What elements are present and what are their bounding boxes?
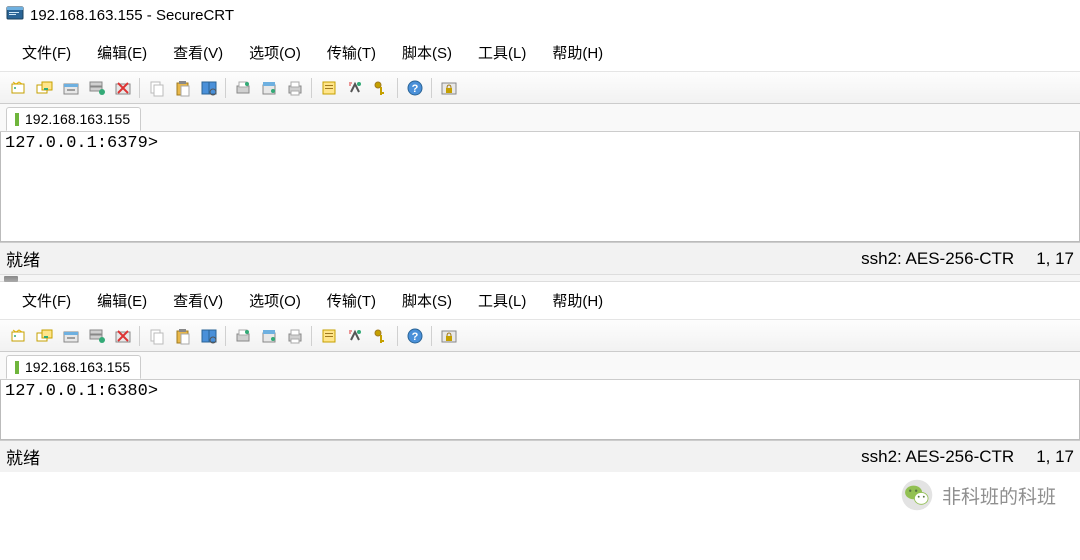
- pane-2: 文件(F) 编辑(E) 查看(V) 选项(O) 传输(T) 脚本(S) 工具(L…: [0, 282, 1080, 472]
- terminal-prompt: 127.0.0.1:6380>: [5, 382, 158, 401]
- menu-file[interactable]: 文件(F): [10, 38, 83, 67]
- toolbar-separator: [431, 326, 432, 346]
- wechat-watermark: 非科班的科班: [900, 478, 1056, 512]
- menu-options[interactable]: 选项(O): [237, 286, 313, 315]
- settings-icon[interactable]: [342, 75, 367, 100]
- toolbar-separator: [311, 78, 312, 98]
- menu-bar: 文件(F) 编辑(E) 查看(V) 选项(O) 传输(T) 脚本(S) 工具(L…: [0, 34, 1080, 72]
- quick-connect-icon[interactable]: [6, 75, 31, 100]
- disconnect-icon[interactable]: [110, 323, 135, 348]
- find-icon[interactable]: [196, 75, 221, 100]
- session-tab[interactable]: 192.168.163.155: [6, 107, 141, 131]
- copy-icon[interactable]: [144, 323, 169, 348]
- tab-active-marker: [15, 361, 19, 374]
- save-icon[interactable]: [256, 323, 281, 348]
- menu-view[interactable]: 查看(V): [161, 38, 235, 67]
- menu-script[interactable]: 脚本(S): [390, 38, 464, 67]
- connect-sessions-icon[interactable]: [32, 75, 57, 100]
- quick-connect-icon[interactable]: [6, 323, 31, 348]
- app-icon: [6, 4, 24, 26]
- session-tab[interactable]: 192.168.163.155: [6, 355, 141, 379]
- status-cipher: ssh2: AES-256-CTR: [861, 249, 1014, 269]
- tab-bar: 192.168.163.155: [0, 352, 1080, 380]
- print-setup-icon[interactable]: [230, 75, 255, 100]
- copy-icon[interactable]: [144, 75, 169, 100]
- reconnect-icon[interactable]: [58, 323, 83, 348]
- find-icon[interactable]: [196, 323, 221, 348]
- menu-edit[interactable]: 编辑(E): [85, 38, 159, 67]
- tab-label: 192.168.163.155: [25, 111, 130, 127]
- toolbar: ?: [0, 72, 1080, 104]
- menu-tools[interactable]: 工具(L): [466, 286, 538, 315]
- window-title: 192.168.163.155 - SecureCRT: [30, 7, 234, 24]
- properties-icon[interactable]: [316, 75, 341, 100]
- toolbar-separator: [311, 326, 312, 346]
- toolbar: ?: [0, 320, 1080, 352]
- status-cursor-pos: 1, 17: [1036, 249, 1074, 269]
- status-bar-1: 就绪 ssh2: AES-256-CTR 1, 17: [0, 242, 1080, 274]
- paste-icon[interactable]: [170, 75, 195, 100]
- keys-icon[interactable]: [368, 323, 393, 348]
- pane-1: 文件(F) 编辑(E) 查看(V) 选项(O) 传输(T) 脚本(S) 工具(L…: [0, 34, 1080, 274]
- status-cursor-pos: 1, 17: [1036, 447, 1074, 467]
- menu-file[interactable]: 文件(F): [10, 286, 83, 315]
- menu-bar: 文件(F) 编辑(E) 查看(V) 选项(O) 传输(T) 脚本(S) 工具(L…: [0, 282, 1080, 320]
- help-icon[interactable]: ?: [402, 75, 427, 100]
- pane-separator[interactable]: [0, 274, 1080, 282]
- menu-options[interactable]: 选项(O): [237, 38, 313, 67]
- menu-transfer[interactable]: 传输(T): [315, 38, 388, 67]
- toolbar-separator: [431, 78, 432, 98]
- terminal-pane-2[interactable]: 127.0.0.1:6380>: [0, 380, 1080, 440]
- print-icon[interactable]: [282, 323, 307, 348]
- sessions-list-icon[interactable]: [84, 323, 109, 348]
- connect-sessions-icon[interactable]: [32, 323, 57, 348]
- status-bar-2: 就绪 ssh2: AES-256-CTR 1, 17: [0, 440, 1080, 472]
- lock-icon[interactable]: [436, 75, 461, 100]
- terminal-prompt: 127.0.0.1:6379>: [5, 134, 158, 153]
- menu-edit[interactable]: 编辑(E): [85, 286, 159, 315]
- terminal-pane-1[interactable]: 127.0.0.1:6379>: [0, 132, 1080, 242]
- toolbar-separator: [139, 326, 140, 346]
- disconnect-icon[interactable]: [110, 75, 135, 100]
- status-cipher: ssh2: AES-256-CTR: [861, 447, 1014, 467]
- menu-tools[interactable]: 工具(L): [466, 38, 538, 67]
- toolbar-separator: [225, 78, 226, 98]
- menu-help[interactable]: 帮助(H): [540, 38, 615, 67]
- settings-icon[interactable]: [342, 323, 367, 348]
- reconnect-icon[interactable]: [58, 75, 83, 100]
- window-title-bar: 192.168.163.155 - SecureCRT: [0, 0, 1080, 34]
- tab-label: 192.168.163.155: [25, 359, 130, 375]
- sessions-list-icon[interactable]: [84, 75, 109, 100]
- toolbar-separator: [397, 326, 398, 346]
- tab-active-marker: [15, 113, 19, 126]
- save-icon[interactable]: [256, 75, 281, 100]
- properties-icon[interactable]: [316, 323, 341, 348]
- watermark-text: 非科班的科班: [942, 482, 1056, 509]
- menu-view[interactable]: 查看(V): [161, 286, 235, 315]
- help-icon[interactable]: ?: [402, 323, 427, 348]
- menu-script[interactable]: 脚本(S): [390, 286, 464, 315]
- wechat-icon: [900, 478, 934, 512]
- status-ready: 就绪: [6, 444, 40, 469]
- toolbar-separator: [397, 78, 398, 98]
- toolbar-separator: [225, 326, 226, 346]
- status-ready: 就绪: [6, 246, 40, 271]
- menu-transfer[interactable]: 传输(T): [315, 286, 388, 315]
- tab-bar: 192.168.163.155: [0, 104, 1080, 132]
- print-icon[interactable]: [282, 75, 307, 100]
- svg-text:?: ?: [411, 83, 418, 95]
- lock-icon[interactable]: [436, 323, 461, 348]
- print-setup-icon[interactable]: [230, 323, 255, 348]
- menu-help[interactable]: 帮助(H): [540, 286, 615, 315]
- svg-text:?: ?: [411, 331, 418, 343]
- toolbar-separator: [139, 78, 140, 98]
- paste-icon[interactable]: [170, 323, 195, 348]
- keys-icon[interactable]: [368, 75, 393, 100]
